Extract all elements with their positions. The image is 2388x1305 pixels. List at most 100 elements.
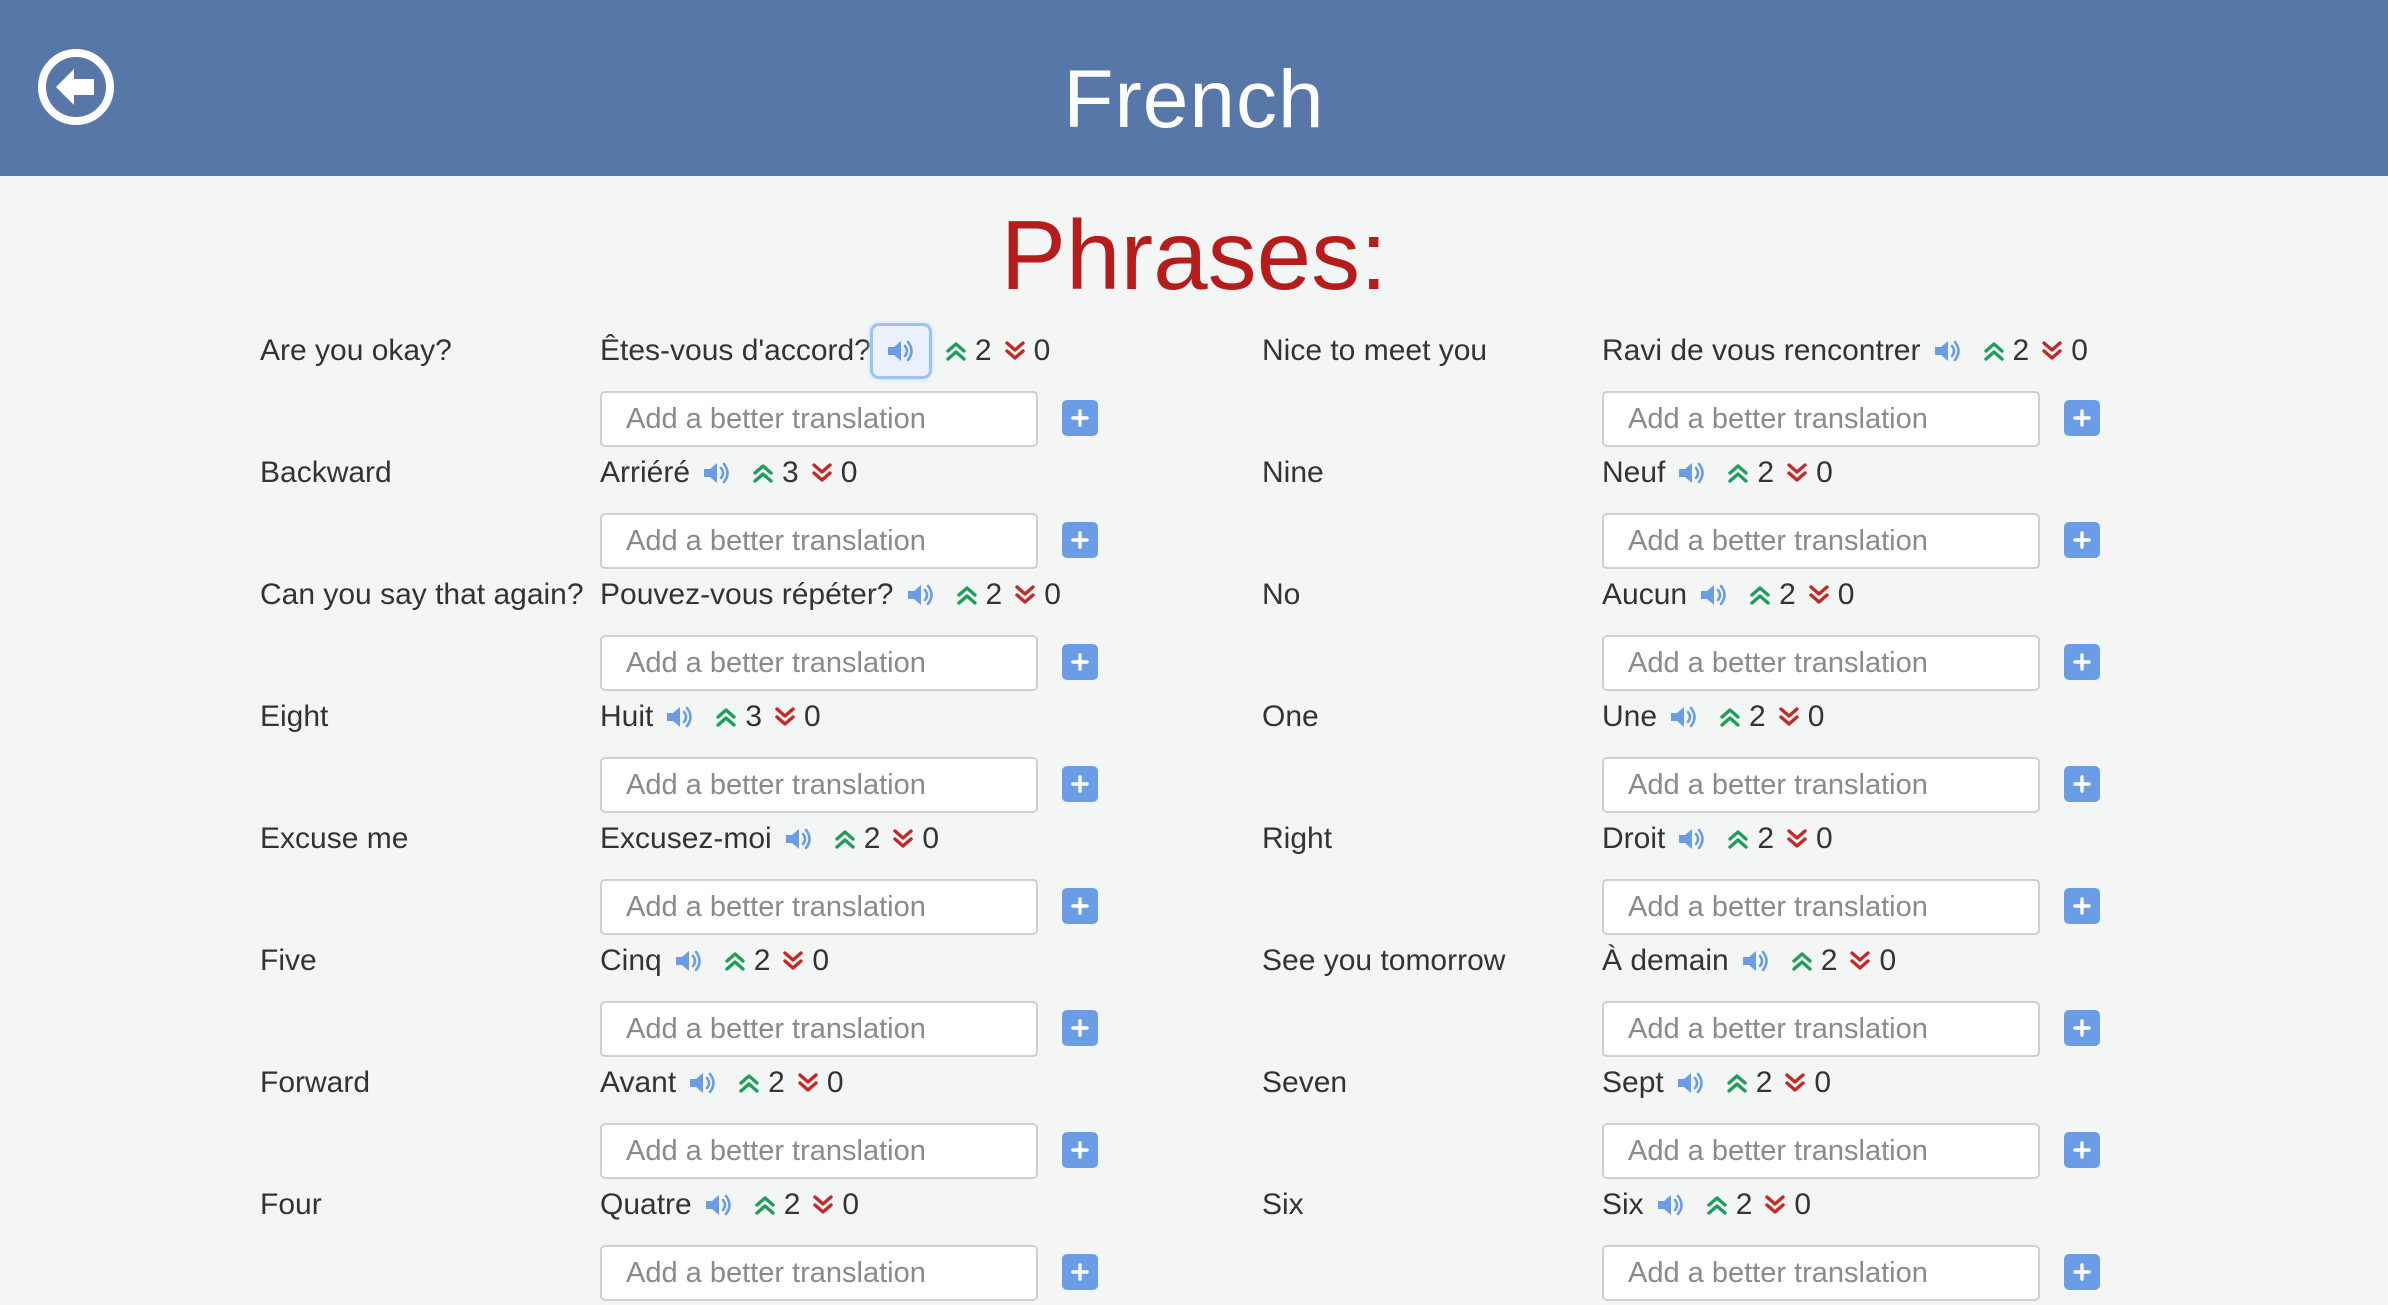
downvote-chevron-icon[interactable] xyxy=(1002,336,1028,366)
speaker-icon[interactable] xyxy=(902,575,940,615)
upvote-chevron-icon[interactable] xyxy=(1724,1068,1750,1098)
better-translation-input[interactable] xyxy=(1602,879,2040,935)
downvote-chevron-icon[interactable] xyxy=(1776,702,1802,732)
add-translation-plus-icon[interactable] xyxy=(2064,1132,2100,1168)
downvote-chevron-icon[interactable] xyxy=(1012,580,1038,610)
speaker-icon[interactable] xyxy=(698,453,736,493)
speaker-icon[interactable] xyxy=(1737,941,1775,981)
add-translation-plus-icon[interactable] xyxy=(1062,1010,1098,1046)
translation-line: Six 2 0 xyxy=(1602,1183,1811,1227)
upvote-chevron-icon[interactable] xyxy=(1789,946,1815,976)
upvote-chevron-icon[interactable] xyxy=(943,336,969,366)
better-translation-input[interactable] xyxy=(600,1245,1038,1301)
downvote-chevron-icon[interactable] xyxy=(1762,1190,1788,1220)
upvote-count: 2 xyxy=(985,578,1003,611)
upvote-chevron-icon[interactable] xyxy=(1981,336,2007,366)
downvote-chevron-icon[interactable] xyxy=(1784,824,1810,854)
french-translation: Sept xyxy=(1602,1066,1664,1099)
downvote-chevron-icon[interactable] xyxy=(795,1068,821,1098)
upvote-chevron-icon[interactable] xyxy=(1725,824,1751,854)
downvote-count: 0 xyxy=(826,1066,844,1099)
upvote-chevron-icon[interactable] xyxy=(832,824,858,854)
downvote-count: 0 xyxy=(1794,1188,1812,1221)
downvote-count: 0 xyxy=(1816,456,1833,489)
upvote-chevron-icon[interactable] xyxy=(1725,458,1751,488)
add-translation-plus-icon[interactable] xyxy=(1062,766,1098,802)
downvote-chevron-icon[interactable] xyxy=(1847,946,1873,976)
better-translation-input[interactable] xyxy=(600,1123,1038,1179)
add-translation-plus-icon[interactable] xyxy=(1062,400,1098,436)
better-translation-input[interactable] xyxy=(600,879,1038,935)
translation-line: Neuf 2 0 xyxy=(1602,451,1833,495)
add-translation-plus-icon[interactable] xyxy=(2064,522,2100,558)
upvote-chevron-icon[interactable] xyxy=(1747,580,1773,610)
add-translation-plus-icon[interactable] xyxy=(2064,888,2100,924)
downvote-chevron-icon[interactable] xyxy=(810,1190,836,1220)
speaker-icon[interactable] xyxy=(1695,575,1733,615)
better-translation-input[interactable] xyxy=(1602,513,2040,569)
speaker-icon[interactable] xyxy=(700,1185,738,1225)
better-translation-input[interactable] xyxy=(1602,635,2040,691)
add-translation-plus-icon[interactable] xyxy=(1062,644,1098,680)
upvote-chevron-icon[interactable] xyxy=(954,580,980,610)
better-translation-input[interactable] xyxy=(1602,757,2040,813)
add-translation-plus-icon[interactable] xyxy=(2064,1254,2100,1290)
french-translation: Quatre xyxy=(600,1188,692,1221)
better-translation-input[interactable] xyxy=(600,513,1038,569)
add-translation-plus-icon[interactable] xyxy=(1062,888,1098,924)
speaker-icon[interactable] xyxy=(670,941,708,981)
speaker-icon[interactable] xyxy=(1673,453,1711,493)
translation-line: Sept 2 0 xyxy=(1602,1061,1831,1105)
upvote-chevron-icon[interactable] xyxy=(722,946,748,976)
add-translation-plus-icon[interactable] xyxy=(1062,1254,1098,1290)
speaker-icon[interactable] xyxy=(684,1063,722,1103)
french-translation: Six xyxy=(1602,1188,1644,1221)
add-translation-plus-icon[interactable] xyxy=(2064,644,2100,680)
upvote-chevron-icon[interactable] xyxy=(1717,702,1743,732)
downvote-count: 0 xyxy=(812,944,830,977)
downvote-chevron-icon[interactable] xyxy=(1806,580,1832,610)
upvote-chevron-icon[interactable] xyxy=(713,702,739,732)
french-translation: Avant xyxy=(600,1066,677,1099)
better-translation-input[interactable] xyxy=(1602,1123,2040,1179)
better-translation-input[interactable] xyxy=(600,391,1038,447)
downvote-chevron-icon[interactable] xyxy=(780,946,806,976)
downvote-chevron-icon[interactable] xyxy=(890,824,916,854)
downvote-chevron-icon[interactable] xyxy=(772,702,798,732)
speaker-icon[interactable] xyxy=(661,697,699,737)
downvote-chevron-icon[interactable] xyxy=(2039,336,2065,366)
add-translation-plus-icon[interactable] xyxy=(2064,400,2100,436)
upvote-count: 2 xyxy=(1749,700,1766,733)
better-translation-input[interactable] xyxy=(1602,1001,2040,1057)
add-translation-plus-icon[interactable] xyxy=(1062,522,1098,558)
english-phrase: No xyxy=(1262,578,1301,611)
better-translation-input[interactable] xyxy=(1602,1245,2040,1301)
better-translation-input[interactable] xyxy=(600,757,1038,813)
speaker-icon[interactable] xyxy=(1652,1185,1690,1225)
downvote-chevron-icon[interactable] xyxy=(1784,458,1810,488)
better-translation-input[interactable] xyxy=(1602,391,2040,447)
speaker-icon[interactable] xyxy=(780,819,818,859)
add-translation-plus-icon[interactable] xyxy=(2064,1010,2100,1046)
downvote-count: 0 xyxy=(1879,944,1897,977)
better-translation-input[interactable] xyxy=(600,635,1038,691)
speaker-icon[interactable] xyxy=(1672,1063,1710,1103)
speaker-icon[interactable] xyxy=(1665,697,1703,737)
add-translation-plus-icon[interactable] xyxy=(1062,1132,1098,1168)
downvote-count: 0 xyxy=(1807,700,1825,733)
upvote-chevron-icon[interactable] xyxy=(752,1190,778,1220)
upvote-chevron-icon[interactable] xyxy=(1704,1190,1730,1220)
speaker-icon[interactable] xyxy=(1673,819,1711,859)
upvote-chevron-icon[interactable] xyxy=(750,458,776,488)
downvote-chevron-icon[interactable] xyxy=(1782,1068,1808,1098)
downvote-chevron-icon[interactable] xyxy=(809,458,835,488)
english-phrase: Can you say that again? xyxy=(260,578,584,611)
english-phrase: Are you okay? xyxy=(260,334,452,367)
add-translation-plus-icon[interactable] xyxy=(2064,766,2100,802)
speaker-icon[interactable] xyxy=(872,326,929,376)
better-translation-input[interactable] xyxy=(600,1001,1038,1057)
translation-line: Pouvez-vous répéter? 2 0 xyxy=(600,573,1061,617)
speaker-icon[interactable] xyxy=(1929,331,1967,371)
upvote-chevron-icon[interactable] xyxy=(736,1068,762,1098)
downvote-count: 0 xyxy=(1033,334,1051,367)
